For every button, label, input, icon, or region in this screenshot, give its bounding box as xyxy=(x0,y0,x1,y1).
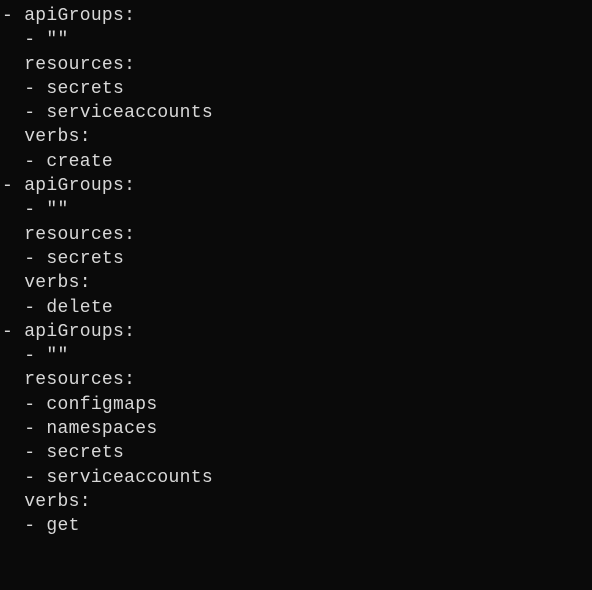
code-line: verbs: xyxy=(2,125,590,149)
code-line: - configmaps xyxy=(2,393,590,417)
code-line: - "" xyxy=(2,198,590,222)
code-line: - secrets xyxy=(2,441,590,465)
code-line: resources: xyxy=(2,223,590,247)
code-line: - secrets xyxy=(2,247,590,271)
code-line: - apiGroups: xyxy=(2,4,590,28)
code-line: - create xyxy=(2,150,590,174)
code-line: - "" xyxy=(2,28,590,52)
code-line: - delete xyxy=(2,296,590,320)
code-line: verbs: xyxy=(2,271,590,295)
code-line: - apiGroups: xyxy=(2,174,590,198)
code-line: - apiGroups: xyxy=(2,320,590,344)
code-line: - serviceaccounts xyxy=(2,101,590,125)
code-line: verbs: xyxy=(2,490,590,514)
code-line: - namespaces xyxy=(2,417,590,441)
code-line: - "" xyxy=(2,344,590,368)
code-line: - get xyxy=(2,514,590,538)
code-line: - serviceaccounts xyxy=(2,466,590,490)
code-line: - secrets xyxy=(2,77,590,101)
code-line: resources: xyxy=(2,368,590,392)
code-line: resources: xyxy=(2,53,590,77)
yaml-code-block: - apiGroups: - "" resources: - secrets -… xyxy=(2,4,590,539)
